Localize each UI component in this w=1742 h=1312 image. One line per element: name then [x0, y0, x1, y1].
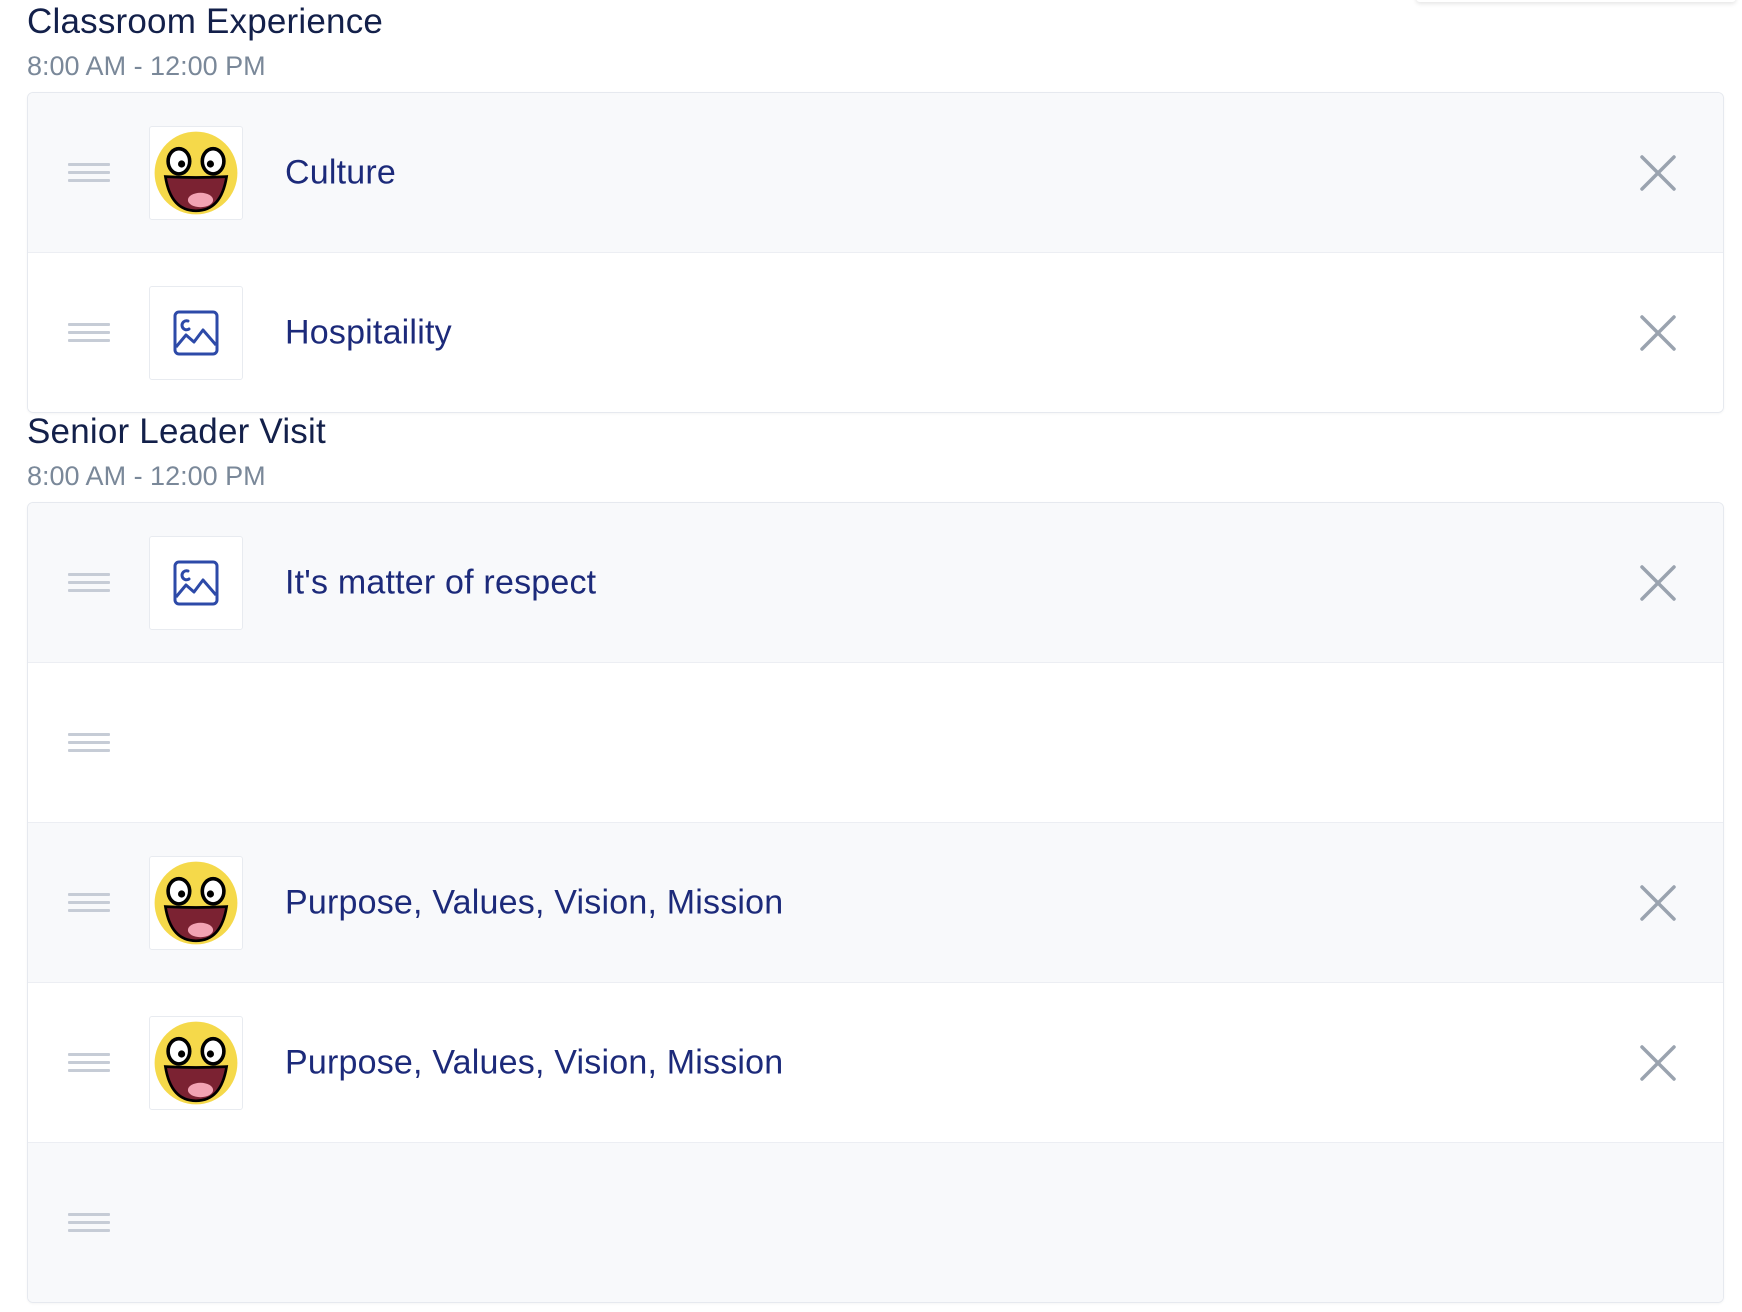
section-time: 8:00 AM - 12:00 PM: [27, 461, 266, 491]
drag-handle-icon[interactable]: [68, 572, 110, 593]
list-item[interactable]: Purpose, Values, Vision, Mission: [28, 823, 1723, 983]
close-icon[interactable]: [1639, 314, 1677, 352]
list-item-empty[interactable]: [28, 663, 1723, 823]
item-title: It's matter of respect: [285, 563, 597, 601]
list-item-empty[interactable]: [28, 1143, 1723, 1302]
close-icon[interactable]: [1639, 1044, 1677, 1082]
close-icon[interactable]: [1639, 564, 1677, 602]
image-placeholder-icon: [149, 285, 243, 380]
list-item[interactable]: Culture: [28, 93, 1723, 253]
item-title: Culture: [285, 153, 397, 191]
drag-handle-icon[interactable]: [68, 322, 110, 343]
drag-handle-icon[interactable]: [68, 1052, 110, 1073]
smiley-face-icon: [149, 125, 243, 220]
image-placeholder-icon: [149, 535, 243, 630]
section-classroom-experience: Classroom Experience 8:00 AM - 12:00 PM …: [27, 0, 1724, 413]
session-card: It's matter of respect Purpose, Values, …: [27, 502, 1724, 1303]
list-item[interactable]: Purpose, Values, Vision, Mission: [28, 983, 1723, 1143]
smiley-face-icon: [149, 855, 243, 950]
list-item[interactable]: Hospitaility: [28, 253, 1723, 412]
close-icon[interactable]: [1639, 884, 1677, 922]
item-title: Purpose, Values, Vision, Mission: [285, 1043, 784, 1081]
section-title: Senior Leader Visit: [27, 412, 326, 451]
section-senior-leader-visit: Senior Leader Visit 8:00 AM - 12:00 PM I…: [27, 410, 1724, 1303]
drag-handle-icon[interactable]: [68, 732, 110, 753]
drag-handle-icon[interactable]: [68, 892, 110, 913]
section-title: Classroom Experience: [27, 2, 384, 41]
smiley-face-icon: [149, 1015, 243, 1110]
drag-handle-icon[interactable]: [68, 162, 110, 183]
session-card: Culture Hospitaility: [27, 92, 1724, 413]
list-item[interactable]: It's matter of respect: [28, 503, 1723, 663]
drag-handle-icon[interactable]: [68, 1212, 110, 1233]
section-time: 8:00 AM - 12:00 PM: [27, 51, 266, 81]
item-title: Purpose, Values, Vision, Mission: [285, 883, 784, 921]
close-icon[interactable]: [1639, 154, 1677, 192]
item-title: Hospitaility: [285, 313, 452, 351]
